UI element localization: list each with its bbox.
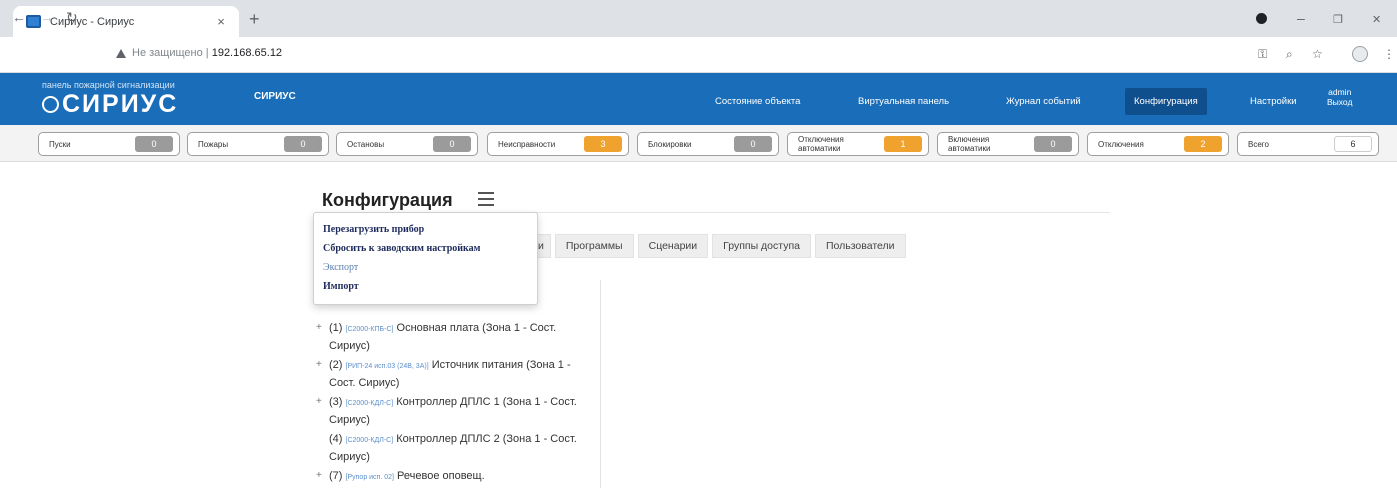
hamburger-menu-icon[interactable]: [478, 192, 494, 206]
close-window-button[interactable]: ✕: [1372, 11, 1381, 29]
key-icon[interactable]: ⚿: [1258, 47, 1267, 61]
counter-total[interactable]: Всего 6: [1237, 132, 1379, 156]
tree-item-code: [С2000-КПБ-С]: [345, 326, 394, 333]
address-bar[interactable]: Не защищено | 192.168.65.12: [132, 47, 282, 59]
site-favicon-icon: [26, 15, 41, 28]
counter-value: 3: [584, 136, 622, 152]
new-tab-button[interactable]: +: [249, 10, 260, 28]
tree-item-code: [С2000-КДЛ-С]: [345, 437, 394, 444]
counter-blocks[interactable]: Блокировки 0: [637, 132, 779, 156]
close-tab-icon[interactable]: ×: [213, 14, 229, 29]
bookmark-star-icon[interactable]: ☆: [1312, 47, 1323, 61]
expand-icon[interactable]: +: [316, 394, 322, 410]
object-name: СИРИУС: [254, 91, 296, 102]
tree-item-number: (3): [329, 396, 343, 408]
brand-subtitle: панель пожарной сигнализации: [42, 80, 175, 90]
counter-value: 0: [284, 136, 322, 152]
counter-label: Отключения: [1098, 139, 1144, 149]
counter-value: 2: [1184, 136, 1222, 152]
counter-automation-on[interactable]: Включения автоматики 0: [937, 132, 1079, 156]
menu-item-factory-reset[interactable]: Сбросить к заводским настройкам: [323, 239, 528, 258]
tree-item[interactable]: + (2) [РИП-24 исп.03 (24В, 3А)] Источник…: [316, 357, 600, 391]
minimize-window-button[interactable]: –: [1297, 9, 1305, 27]
counter-label: Включения автоматики: [948, 135, 991, 153]
counter-fires[interactable]: Пожары 0: [187, 132, 329, 156]
recording-indicator-icon[interactable]: [1256, 13, 1267, 24]
profile-avatar-icon[interactable]: [1352, 46, 1368, 62]
brand-logo[interactable]: СИРИУС: [42, 90, 178, 119]
user-block: admin Выход: [1327, 87, 1352, 107]
counter-disables[interactable]: Отключения 2: [1087, 132, 1229, 156]
tree-item-number: (1): [329, 322, 343, 334]
tree-item-number: (4): [329, 433, 343, 445]
tree-item-code: [Рупор исп. 02]: [345, 474, 394, 481]
tab-users[interactable]: Пользователи: [814, 234, 906, 258]
address-host: 192.168.65.12: [211, 47, 283, 59]
menu-item-export[interactable]: Экспорт: [323, 258, 528, 277]
brand-logo-icon: [42, 96, 59, 113]
counter-starts[interactable]: Пуски 0: [38, 132, 180, 156]
config-actions-menu: Перезагрузить прибор Сбросить к заводски…: [313, 212, 538, 305]
counter-value: 6: [1334, 136, 1372, 152]
counter-label: Отключения автоматики: [798, 135, 844, 153]
menu-item-reboot[interactable]: Перезагрузить прибор: [323, 220, 528, 239]
nav-virtual-panel[interactable]: Виртуальная панель: [858, 96, 949, 107]
menu-item-import[interactable]: Импорт: [323, 277, 528, 296]
counter-value: 0: [433, 136, 471, 152]
tree-item[interactable]: + (3) [С2000-КДЛ-С] Контроллер ДПЛС 1 (З…: [316, 394, 600, 428]
security-status-text: Не защищено: [132, 47, 203, 59]
nav-configuration[interactable]: Конфигурация: [1125, 88, 1207, 115]
counter-label: Пуски: [49, 139, 71, 149]
config-tabs: и Программы Сценарии Группы доступа Поль…: [531, 234, 906, 258]
tree-item-name: Речевое оповещ.: [397, 470, 485, 482]
zoom-icon[interactable]: ⌕: [1286, 47, 1293, 61]
tree-item-code: [РИП-24 исп.03 (24В, 3А)]: [345, 363, 429, 370]
expand-icon[interactable]: +: [316, 357, 322, 373]
logout-link[interactable]: Выход: [1327, 97, 1352, 107]
counter-label: Неисправности: [498, 139, 556, 149]
counter-label: Остановы: [347, 139, 385, 149]
tab-access-groups[interactable]: Группы доступа: [712, 234, 811, 258]
expand-icon[interactable]: +: [316, 468, 322, 484]
counter-label: Всего: [1248, 139, 1269, 149]
admin-user-name: admin: [1328, 87, 1352, 97]
counter-value: 0: [135, 136, 173, 152]
reload-icon[interactable]: ↻: [66, 9, 78, 25]
tree-divider: [600, 280, 601, 488]
browser-menu-icon[interactable]: ⋮: [1383, 47, 1395, 61]
tree-item[interactable]: + (7) [Рупор исп. 02] Речевое оповещ.: [316, 468, 600, 486]
counter-automation-off[interactable]: Отключения автоматики 1: [787, 132, 929, 156]
back-arrow-icon[interactable]: ←: [12, 9, 26, 25]
nav-object-state[interactable]: Состояние объекта: [715, 96, 800, 107]
nav-event-log[interactable]: Журнал событий: [1006, 96, 1081, 107]
tree-item-number: (2): [329, 359, 343, 371]
tree-item-code: [С2000-КДЛ-С]: [345, 400, 394, 407]
counter-value: 1: [884, 136, 922, 152]
device-tree: + (1) [С2000-КПБ-С] Основная плата (Зона…: [316, 320, 600, 489]
tab-scenarios[interactable]: Сценарии: [637, 234, 709, 258]
counter-stops[interactable]: Остановы 0: [336, 132, 478, 156]
tree-item[interactable]: (4) [С2000-КДЛ-С] Контроллер ДПЛС 2 (Зон…: [316, 431, 600, 465]
tab-programs[interactable]: Программы: [554, 234, 634, 258]
maximize-window-button[interactable]: ❐: [1333, 11, 1343, 29]
not-secure-warning-icon[interactable]: [116, 49, 126, 58]
counter-faults[interactable]: Неисправности 3: [487, 132, 629, 156]
counter-value: 0: [734, 136, 772, 152]
page-title: Конфигурация: [322, 190, 453, 210]
counter-label: Блокировки: [648, 139, 692, 149]
expand-icon[interactable]: +: [316, 320, 322, 336]
counter-label: Пожары: [198, 139, 229, 149]
counter-value: 0: [1034, 136, 1072, 152]
tree-item[interactable]: + (1) [С2000-КПБ-С] Основная плата (Зона…: [316, 320, 600, 354]
forward-arrow-icon[interactable]: →: [40, 9, 54, 25]
tree-item-number: (7): [329, 470, 343, 482]
nav-settings[interactable]: Настройки: [1250, 96, 1297, 107]
address-separator: |: [205, 47, 209, 59]
brand-name: СИРИУС: [62, 90, 179, 118]
